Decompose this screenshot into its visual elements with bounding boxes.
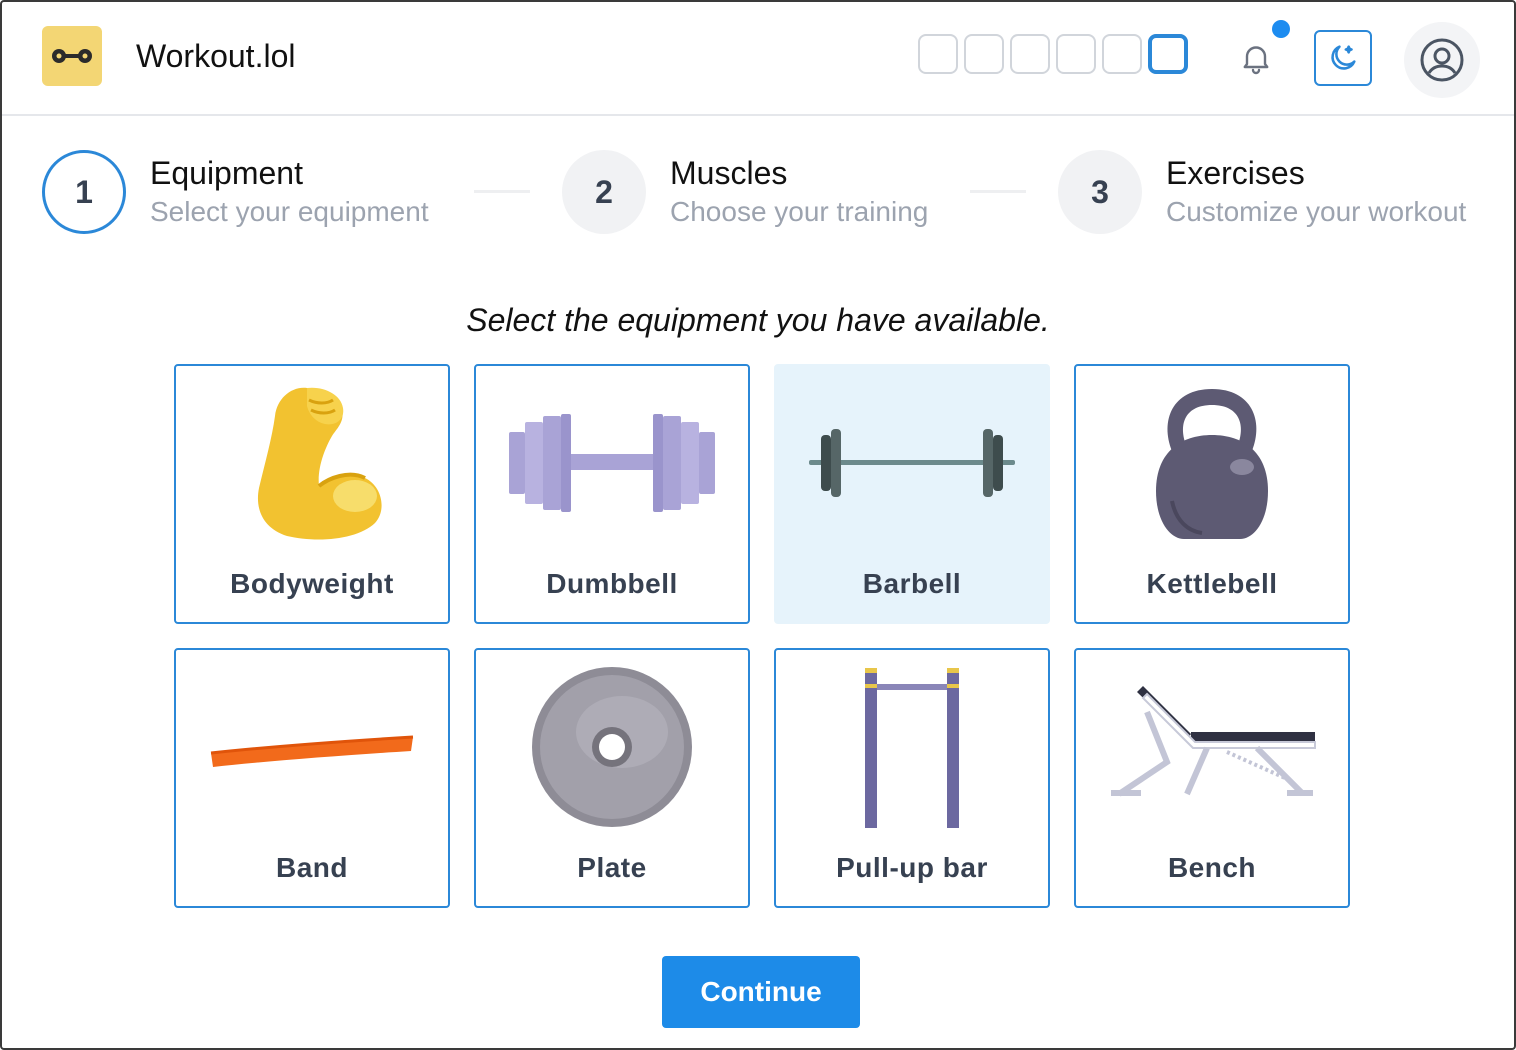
equipment-label: Dumbbell xyxy=(546,568,678,599)
equipment-label: Bench xyxy=(1167,852,1257,883)
equipment-label: Barbell xyxy=(862,568,962,599)
step-connector xyxy=(474,190,530,193)
equipment-card-barbell[interactable]: Barbell xyxy=(774,364,1050,624)
equipment-card-plate[interactable]: Plate xyxy=(474,648,750,908)
dumbbell-icon xyxy=(502,378,722,548)
equipment-label: Kettlebell xyxy=(1146,568,1278,599)
equipment-card-kettlebell[interactable]: Kettlebell xyxy=(1074,364,1350,624)
notification-dot xyxy=(1272,20,1290,38)
user-circle-icon xyxy=(1420,38,1464,82)
equipment-label: Pull-up bar xyxy=(836,852,988,883)
theme-swatch-active[interactable] xyxy=(1148,34,1188,74)
equipment-prompt: Select the equipment you have available. xyxy=(466,302,1050,338)
profile-button[interactable] xyxy=(1404,22,1480,98)
step-title: Muscles xyxy=(670,155,788,191)
barbell-icon xyxy=(802,378,1022,548)
pullup-bar-icon xyxy=(802,662,1022,832)
step-exercises[interactable]: 3 Exercises Customize your workout xyxy=(1058,150,1466,234)
equipment-grid: Bodyweight Dumbbell Barbell Kettlebell B… xyxy=(174,364,1350,908)
bench-icon xyxy=(1102,662,1322,832)
theme-swatch[interactable] xyxy=(1056,34,1096,74)
kettlebell-icon xyxy=(1102,378,1322,548)
weight-plate-icon xyxy=(502,662,722,832)
equipment-card-band[interactable]: Band xyxy=(174,648,450,908)
step-subtitle: Select your equipment xyxy=(150,196,429,227)
step-connector xyxy=(970,190,1026,193)
progress-stepper: 1 Equipment Select your equipment 2 Musc… xyxy=(2,132,1514,252)
flexed-biceps-icon xyxy=(202,378,422,548)
step-number: 3 xyxy=(1058,150,1142,234)
app-title[interactable]: Workout.lol xyxy=(136,36,295,76)
equipment-label: Band xyxy=(276,852,348,883)
equipment-card-dumbbell[interactable]: Dumbbell xyxy=(474,364,750,624)
theme-swatch[interactable] xyxy=(1102,34,1142,74)
equipment-card-bench[interactable]: Bench xyxy=(1074,648,1350,908)
step-subtitle: Customize your workout xyxy=(1166,196,1467,227)
theme-swatch[interactable] xyxy=(918,34,958,74)
equipment-label: Bodyweight xyxy=(230,568,394,599)
theme-swatch[interactable] xyxy=(1010,34,1050,74)
app-window: Workout.lol 1 Equipment Select your equi… xyxy=(0,0,1516,1050)
theme-swatch[interactable] xyxy=(964,34,1004,74)
resistance-band-icon xyxy=(202,662,422,832)
step-equipment[interactable]: 1 Equipment Select your equipment xyxy=(42,150,429,234)
equipment-label: Plate xyxy=(577,852,647,883)
step-number: 2 xyxy=(562,150,646,234)
continue-button[interactable]: Continue xyxy=(662,956,860,1028)
dark-mode-toggle[interactable] xyxy=(1314,30,1372,86)
bell-icon[interactable] xyxy=(1238,40,1274,76)
step-subtitle: Choose your training xyxy=(670,196,929,227)
step-number: 1 xyxy=(42,150,126,234)
dumbbell-logo-icon[interactable] xyxy=(42,26,102,86)
equipment-card-pullup-bar[interactable]: Pull-up bar xyxy=(774,648,1050,908)
equipment-card-bodyweight[interactable]: Bodyweight xyxy=(174,364,450,624)
top-header: Workout.lol xyxy=(2,2,1514,116)
moon-icon xyxy=(1331,45,1356,70)
step-muscles[interactable]: 2 Muscles Choose your training xyxy=(562,150,928,234)
step-title: Exercises xyxy=(1166,155,1305,191)
step-title: Equipment xyxy=(150,155,303,191)
theme-selector xyxy=(918,34,1188,74)
